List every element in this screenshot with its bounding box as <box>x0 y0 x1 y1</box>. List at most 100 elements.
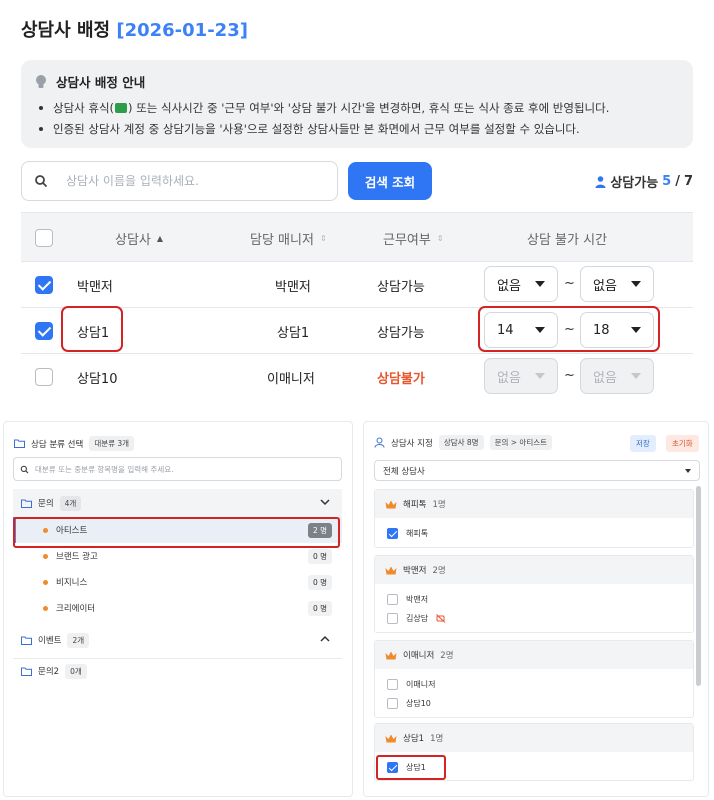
agent-member[interactable]: 박맨저 <box>375 590 693 609</box>
reset-button[interactable]: 초기화 <box>666 435 699 452</box>
category-item-creator[interactable]: 크리에이터 0 명 <box>13 595 342 621</box>
crown-icon <box>385 734 397 742</box>
table-row: 상담10 이매니저 상담불가 없음 ~ 없음 <box>21 354 693 400</box>
folder-icon <box>21 667 32 676</box>
agent-member[interactable]: 이매니저 <box>375 675 693 694</box>
category-group-header[interactable]: 문의2 0개 <box>13 657 342 685</box>
header-work[interactable]: 근무여부 ⇕ <box>383 229 444 248</box>
dropdown-arrow-icon <box>535 373 545 379</box>
unavailable-to-select[interactable]: 없음 <box>580 266 654 302</box>
unavailable-to-select: 없음 <box>580 358 654 394</box>
sort-icon: ⇕ <box>319 234 327 243</box>
notice-line: 상담사 휴식( ) 또는 식사시간 중 '근무 여부'와 '상담 불가 시간'을… <box>39 100 609 116</box>
dropdown-arrow-icon <box>535 327 545 333</box>
category-group: 이벤트 2개 <box>13 626 342 654</box>
agent-member[interactable]: 해피톡 <box>375 524 693 543</box>
unavailable-icon <box>436 614 446 623</box>
category-panel: 상담 분류 선택 대분류 3개 문의 4개 아티스트 2 명 브랜드 광고 0 … <box>3 421 353 797</box>
chevron-up-icon[interactable] <box>320 634 330 644</box>
dropdown-arrow-icon <box>631 327 641 333</box>
agent-group: 해피톡 1명 해피톡 <box>374 489 694 548</box>
crown-icon <box>385 651 397 659</box>
agent-name: 박맨저 <box>77 280 113 295</box>
assignment-panel: 상담사 배정 [2026-01-23] 상담사 배정 안내 상담사 휴식( ) … <box>0 0 714 400</box>
manager-name: 상담1 <box>277 326 310 341</box>
table-row: 박맨저 박맨저 상담가능 없음 ~ 없음 <box>21 262 693 308</box>
folder-open-icon <box>21 499 32 508</box>
table-header: 상담사 ▲ 담당 매니저 ⇕ 근무여부 ⇕ 상담 불가 시간 <box>21 212 693 262</box>
assign-panel-title: 상담사 지정 <box>391 438 433 449</box>
agent-group: 박맨저 2명 박맨저 김상담 <box>374 555 694 633</box>
agent-name: 상담1 <box>77 326 110 341</box>
category-item-brand-ad[interactable]: 브랜드 광고 0 명 <box>13 543 342 569</box>
lightbulb-icon <box>36 74 46 88</box>
unavailable-to-select[interactable]: 18 <box>580 312 654 348</box>
save-button[interactable]: 저장 <box>630 435 656 452</box>
agent-member[interactable]: 상담1 <box>375 758 693 777</box>
category-item-artist[interactable]: 아티스트 2 명 <box>13 517 342 543</box>
member-checkbox[interactable] <box>387 528 398 539</box>
member-checkbox[interactable] <box>387 613 398 624</box>
crown-icon <box>385 500 397 508</box>
page-title: 상담사 배정 [2026-01-23] <box>21 20 248 41</box>
member-checkbox[interactable] <box>387 762 398 773</box>
unavailable-from-select[interactable]: 없음 <box>484 266 558 302</box>
header-unavailable: 상담 불가 시간 <box>527 233 608 248</box>
break-icon <box>115 103 128 113</box>
select-all-checkbox[interactable] <box>35 229 53 247</box>
category-path: 문의 > 아티스트 <box>489 435 553 450</box>
work-status[interactable]: 상담불가 <box>377 368 425 387</box>
dropdown-arrow-icon <box>685 468 691 473</box>
category-group-header[interactable]: 이벤트 2개 <box>13 626 342 654</box>
unavailable-from-select: 없음 <box>484 358 558 394</box>
header-agent[interactable]: 상담사 ▲ <box>115 229 163 248</box>
row-checkbox[interactable] <box>35 276 53 294</box>
crown-icon <box>385 566 397 574</box>
category-search-input[interactable] <box>35 464 335 474</box>
page-date: [2026-01-23] <box>116 20 248 41</box>
row-checkbox[interactable] <box>35 322 53 340</box>
agent-search-input[interactable] <box>66 174 316 188</box>
agent-group: 상담1 1명 상담1 <box>374 723 694 781</box>
category-group-header[interactable]: 문의 4개 <box>13 489 342 517</box>
folder-icon <box>14 439 25 448</box>
agent-group-header: 해피톡 1명 <box>375 490 693 518</box>
dropdown-arrow-icon <box>631 281 641 287</box>
search-icon <box>20 465 29 473</box>
category-search-box <box>13 457 342 481</box>
folder-icon <box>21 636 32 645</box>
availability-summary: 상담가능 5 / 7 <box>595 172 693 191</box>
member-checkbox[interactable] <box>387 698 398 709</box>
search-icon <box>35 175 48 188</box>
user-icon <box>374 437 385 448</box>
sort-icon: ⇕ <box>436 234 444 243</box>
chevron-down-icon[interactable] <box>320 497 330 507</box>
work-status[interactable]: 상담가능 <box>377 276 425 295</box>
row-checkbox[interactable] <box>35 368 53 386</box>
member-checkbox[interactable] <box>387 594 398 605</box>
agent-member[interactable]: 김상담 <box>375 609 693 628</box>
unavailable-from-select[interactable]: 14 <box>484 312 558 348</box>
agent-member[interactable]: 상담10 <box>375 694 693 713</box>
manager-name: 이매니저 <box>267 372 315 387</box>
category-group: 문의 4개 아티스트 2 명 브랜드 광고 0 명 비지니스 0 명 크리에이터… <box>13 489 342 621</box>
header-manager[interactable]: 담당 매니저 ⇕ <box>250 229 327 248</box>
sort-asc-icon: ▲ <box>156 234 164 243</box>
dropdown-arrow-icon <box>535 281 545 287</box>
search-button[interactable]: 검색 조회 <box>348 162 432 200</box>
work-status[interactable]: 상담가능 <box>377 322 425 341</box>
member-checkbox[interactable] <box>387 679 398 690</box>
agent-filter-select[interactable]: 전체 상담사 <box>374 460 700 481</box>
category-group: 문의2 0개 <box>13 657 342 685</box>
dropdown-arrow-icon <box>631 373 641 379</box>
agent-group: 이매니저 2명 이매니저 상담10 <box>374 640 694 718</box>
category-panel-title: 상담 분류 선택 <box>31 439 84 450</box>
category-item-business[interactable]: 비지니스 0 명 <box>13 569 342 595</box>
notice-line: 인증된 상담사 계정 중 상담기능을 '사용'으로 설정한 상담사들만 본 화면… <box>39 121 580 137</box>
scrollbar[interactable] <box>696 486 701 686</box>
agent-group-header: 박맨저 2명 <box>375 556 693 584</box>
assign-panel: 상담사 지정 상담사 8명 문의 > 아티스트 저장 초기화 전체 상담사 해피… <box>363 421 709 797</box>
agent-name: 상담10 <box>77 372 118 387</box>
notice-title: 상담사 배정 안내 <box>56 75 146 90</box>
table-row: 상담1 상담1 상담가능 14 ~ 18 <box>21 308 693 354</box>
